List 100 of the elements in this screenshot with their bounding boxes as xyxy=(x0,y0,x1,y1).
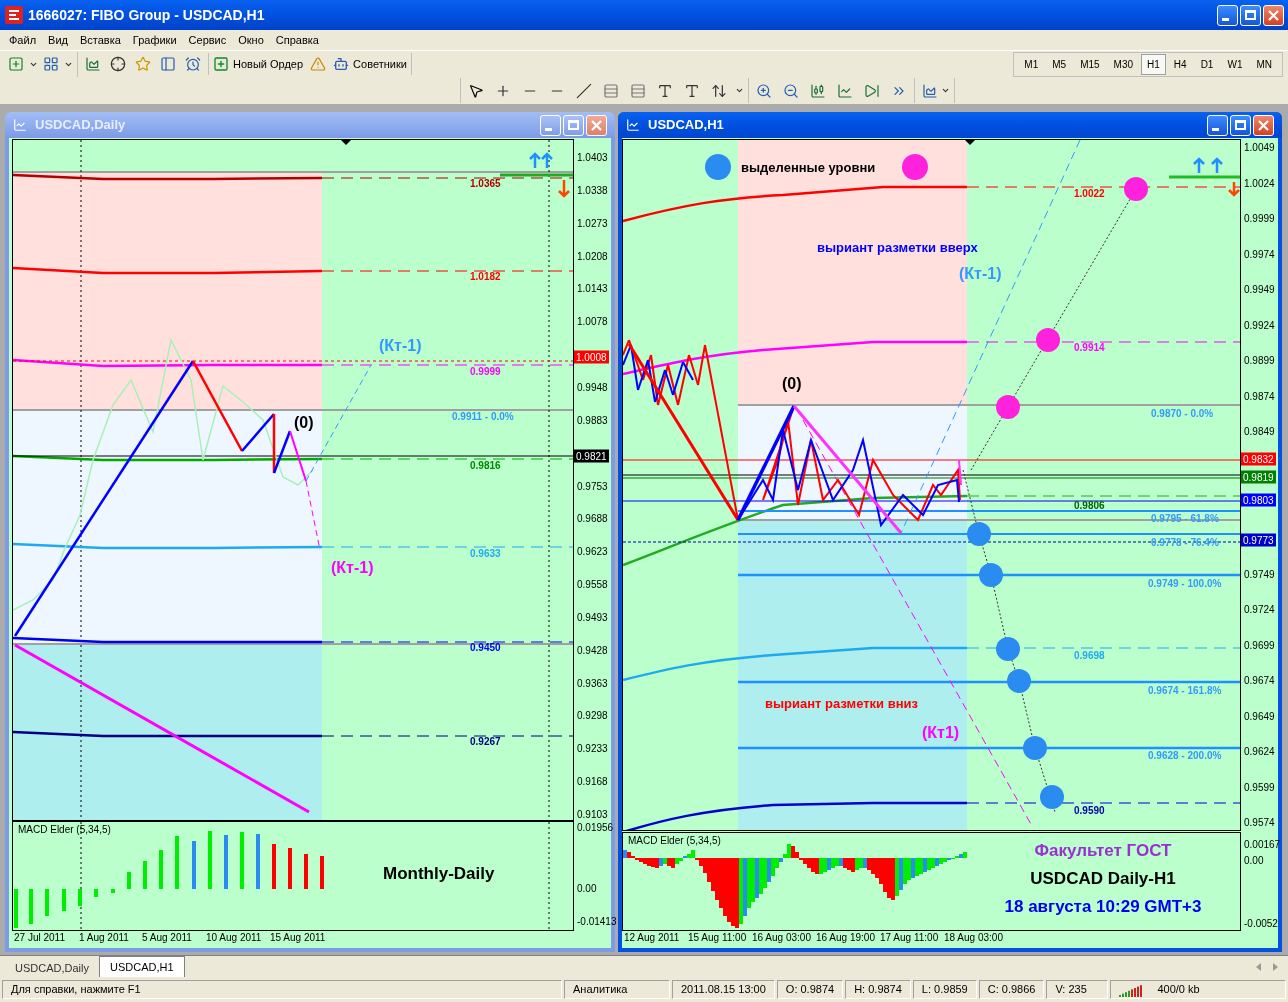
status-open: O: 0.9874 xyxy=(776,980,844,999)
timeframe-button[interactable]: M15 xyxy=(1074,53,1106,75)
price-axis-label: 1.0078 xyxy=(577,317,608,328)
price-axis-label: 0.9233 xyxy=(577,744,608,755)
level-label: 0.9628 - 200.0% xyxy=(1148,751,1222,761)
level-label: 0.9816 xyxy=(470,461,501,471)
price-axis-label: 0.9623 xyxy=(577,547,608,558)
menu-item[interactable]: Вставка xyxy=(73,31,127,49)
price-axis-label: 0.9649 xyxy=(1244,711,1275,722)
chart-annotation: выриант разметки вниз xyxy=(765,696,918,710)
status-low: L: 0.9859 xyxy=(912,980,977,999)
level-label: 0.9914 xyxy=(1074,343,1105,353)
level-label: 1.0365 xyxy=(470,179,501,189)
timeframe-button[interactable]: M30 xyxy=(1107,53,1140,75)
timeframe-button[interactable]: D1 xyxy=(1194,53,1220,75)
price-axis-label: 0.9749 xyxy=(1244,569,1275,580)
price-axis-label: 0.9493 xyxy=(577,612,608,623)
time-axis-label: 18 Aug 03:00 xyxy=(944,933,1003,943)
timeframe-button[interactable]: M1 xyxy=(1018,53,1045,75)
menu-item[interactable]: Справка xyxy=(269,31,325,49)
price-axis-label: 0.9574 xyxy=(1244,818,1275,829)
price-axis-label: 0.9428 xyxy=(577,645,608,656)
price-axis-label: 0.9599 xyxy=(1244,782,1275,793)
price-axis-label: 0.9688 xyxy=(577,514,608,525)
price-axis-label: 0.9699 xyxy=(1244,640,1275,651)
time-axis-label: 27 Jul 2011 xyxy=(14,933,65,943)
time-axis-label: 1 Aug 2011 xyxy=(79,933,129,943)
price-axis-label: 1.0049 xyxy=(1244,143,1275,153)
timeframe-button[interactable]: H1 xyxy=(1141,53,1166,75)
price-axis-label: 0.9168 xyxy=(577,777,608,788)
new-order-button[interactable]: Новый Ордер xyxy=(209,53,308,75)
price-axis-label: 0.9298 xyxy=(577,711,608,722)
timeframe-button[interactable]: W1 xyxy=(1221,53,1249,75)
price-tag: 0.9773 xyxy=(1241,533,1276,547)
indicator-axis-label: 0.01956 xyxy=(577,823,614,833)
level-label: 0.9749 - 100.0% xyxy=(1148,579,1222,589)
price-axis-label: 1.0208 xyxy=(577,251,608,262)
price-axis-label: 0.9948 xyxy=(577,382,608,393)
chart-annotation: (0) xyxy=(782,376,802,392)
price-tag: 0.9803 xyxy=(1241,493,1276,507)
level-label: 1.0182 xyxy=(470,272,501,282)
price-axis-label: 0.9674 xyxy=(1244,676,1275,687)
price-axis-label: 0.9849 xyxy=(1244,427,1275,438)
price-axis-label: 1.0273 xyxy=(577,218,608,229)
level-label: 0.9911 - 0.0% xyxy=(452,412,514,422)
level-label: 0.9590 xyxy=(1074,806,1105,816)
menu-item[interactable]: Файл xyxy=(3,31,43,49)
price-axis-label: 0.9874 xyxy=(1244,391,1275,402)
chart-annotation: (Кт-1) xyxy=(379,338,422,354)
menu-item[interactable]: Графики xyxy=(126,31,183,49)
chart-annotation: (0) xyxy=(294,415,314,431)
price-axis-label: 0.9999 xyxy=(1244,214,1275,225)
price-axis-label: 1.0024 xyxy=(1244,178,1275,189)
experts-button[interactable]: Советники xyxy=(329,53,412,75)
status-time: 2011.08.15 13:00 xyxy=(672,980,775,999)
level-label: 0.9778 - 76.4% xyxy=(1151,538,1219,548)
status-high: H: 0.9874 xyxy=(845,980,911,999)
indicator-axis-label: -0.0052 xyxy=(1244,919,1278,929)
chart-caption: 18 августа 10:29 GMT+3 xyxy=(1004,896,1202,918)
price-axis-label: 0.9883 xyxy=(577,415,608,426)
price-tag: 0.9821 xyxy=(574,449,609,463)
indicator-axis-label: 0.00 xyxy=(577,884,597,894)
price-axis-label: 0.9949 xyxy=(1244,285,1275,296)
level-label: 0.9267 xyxy=(470,737,501,747)
price-tag: 1.0008 xyxy=(574,350,609,364)
window-title: USDCAD,Daily xyxy=(35,116,127,135)
price-axis-label: 0.9624 xyxy=(1244,747,1275,758)
chart-caption: Факультет ГОСТ xyxy=(1034,840,1172,862)
price-axis-label: 0.9753 xyxy=(577,481,608,492)
timeframe-button[interactable]: M5 xyxy=(1046,53,1073,75)
level-label: 0.9633 xyxy=(470,549,501,559)
chart-tab[interactable]: USDCAD,H1 xyxy=(98,956,185,977)
time-axis-label: 15 Aug 2011 xyxy=(270,933,326,943)
window-title: USDCAD,H1 xyxy=(648,116,725,135)
timeframe-button[interactable]: MN xyxy=(1250,53,1278,75)
price-tag: 0.9819 xyxy=(1241,470,1276,484)
level-label: 0.9806 xyxy=(1074,501,1105,511)
menu-item[interactable]: Окно xyxy=(232,31,270,49)
price-axis-label: 1.0338 xyxy=(577,185,608,196)
indicator-axis-label: -0.01413 xyxy=(577,917,617,927)
chart-caption: USDCAD Daily-H1 xyxy=(1030,868,1176,890)
level-label: 0.9674 - 161.8% xyxy=(1148,686,1222,696)
time-axis-label: 10 Aug 2011 xyxy=(206,933,262,943)
menu-item[interactable]: Сервис xyxy=(182,31,233,49)
time-axis-label: 15 Aug 11:00 xyxy=(688,933,747,943)
price-axis-label: 0.9899 xyxy=(1244,356,1275,367)
window-title: 1666027: FIBO Group - USDCAD,H1 xyxy=(28,5,266,25)
chart-tab[interactable]: USDCAD,Daily xyxy=(5,959,99,977)
price-axis-label: 1.0143 xyxy=(577,284,608,295)
level-label: 0.9698 xyxy=(1074,651,1105,661)
timeframe-button[interactable]: H4 xyxy=(1167,53,1193,75)
level-label: 0.9450 xyxy=(470,643,501,653)
price-axis-label: 0.9924 xyxy=(1244,320,1275,331)
price-tag: 0.9832 xyxy=(1241,452,1276,466)
price-axis-label: 0.9363 xyxy=(577,678,608,689)
chart-annotation: выделенные уровни xyxy=(741,160,876,174)
chart-caption: Monthly-Daily xyxy=(383,863,495,885)
price-axis-label: 1.0403 xyxy=(577,153,608,163)
price-axis-label: 0.9974 xyxy=(1244,249,1275,260)
menu-item[interactable]: Вид xyxy=(42,31,74,49)
